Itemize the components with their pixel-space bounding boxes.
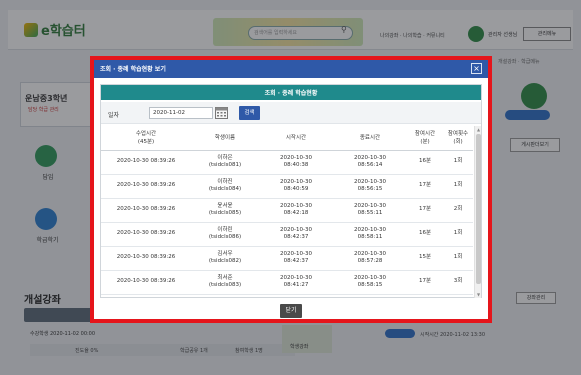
- table-cell: 17분: [407, 270, 443, 295]
- table-cell: 김서우 (tsidcls082): [191, 246, 259, 271]
- modal-titlebar: 조회 · 종례 학습현황 보기 ×: [94, 60, 488, 78]
- table-cell: 2020-10-30 08:40:38: [259, 150, 333, 175]
- table-cell: 2020-10-30 08:39:26: [101, 246, 191, 271]
- table-cell: 16분: [407, 150, 443, 175]
- date-field[interactable]: 2020-11-02: [149, 107, 213, 119]
- table-cell: 2020-10-30 08:56:15: [333, 174, 407, 199]
- table-cell: 2020-10-30 08:39:26: [101, 174, 191, 199]
- table-cell: 17분: [407, 198, 443, 223]
- table-cell: 3회: [443, 270, 473, 295]
- table-row: 2020-10-30 08:39:26 최서준 (tsidcls083) 2020-…: [101, 270, 473, 295]
- table-cell: 2020-10-30 08:39:26: [101, 198, 191, 223]
- learning-status-modal: 조회 · 종례 학습현황 보기 × 조회 · 종례 학습현황 일자 2020-1…: [90, 56, 492, 323]
- table-row: 2020-10-30 08:39:26 윤서윤 (tsidcls085) 2020-…: [101, 198, 473, 223]
- table-cell: 1회: [443, 150, 473, 175]
- table-cell: 15분: [407, 246, 443, 271]
- table-cell: 1회: [443, 246, 473, 271]
- scroll-up-icon[interactable]: ▲: [476, 127, 481, 132]
- scroll-down-icon[interactable]: ▼: [476, 292, 481, 297]
- column-header: 참여시간 (분): [407, 126, 443, 151]
- table-cell: 2020-10-30 08:39:26: [101, 222, 191, 247]
- calendar-icon[interactable]: [215, 106, 228, 119]
- table-scrollbar[interactable]: ▲ ▼: [474, 126, 481, 298]
- status-table-container[interactable]: 수업시간 (45분) 학생이름 시작시간 종료시간 참여시간 (분) 참여횟수 (회) 2…: [101, 126, 473, 298]
- table-cell: 2020-10-30 08:42:37: [259, 246, 333, 271]
- date-filter-label: 일자: [108, 112, 120, 119]
- table-cell: 2020-10-30 08:58:15: [333, 270, 407, 295]
- table-row: 2020-10-30 08:39:26 이하린 (tsidcls086) 2020-…: [101, 222, 473, 247]
- status-panel: 조회 · 종례 학습현황 일자 2020-11-02 검색 수업시간 (45분)…: [100, 84, 482, 298]
- table-cell: 2020-10-30 08:57:28: [333, 246, 407, 271]
- table-cell: 16분: [407, 222, 443, 247]
- table-cell: 1회: [443, 222, 473, 247]
- table-cell: 이하린 (tsidcls086): [191, 222, 259, 247]
- search-button[interactable]: 검색: [239, 106, 260, 120]
- table-cell: 2020-10-30 08:42:37: [259, 222, 333, 247]
- modal-title: 조회 · 종례 학습현황 보기: [100, 66, 166, 73]
- table-cell: 2020-10-30 08:42:18: [259, 198, 333, 223]
- status-table: 수업시간 (45분) 학생이름 시작시간 종료시간 참여시간 (분) 참여횟수 (회) 2…: [101, 126, 473, 295]
- table-cell: 1회: [443, 174, 473, 199]
- column-header: 학생이름: [191, 126, 259, 151]
- close-icon[interactable]: ×: [471, 63, 482, 74]
- date-filter-row: 일자 2020-11-02 검색: [101, 102, 481, 124]
- column-header: 종료시간: [333, 126, 407, 151]
- table-cell: 이하진 (tsidcls084): [191, 174, 259, 199]
- column-header: 수업시간 (45분): [101, 126, 191, 151]
- table-row: 2020-10-30 08:39:26 김서우 (tsidcls082) 2020-…: [101, 246, 473, 271]
- table-cell: 최서준 (tsidcls083): [191, 270, 259, 295]
- table-cell: 2020-10-30 08:40:59: [259, 174, 333, 199]
- table-row: 2020-10-30 08:39:26 이하진 (tsidcls084) 2020-…: [101, 174, 473, 199]
- table-cell: 윤서윤 (tsidcls085): [191, 198, 259, 223]
- table-body: 2020-10-30 08:39:26 이하은 (tsidcls081) 2020-…: [101, 150, 473, 295]
- table-cell: 이하은 (tsidcls081): [191, 150, 259, 175]
- table-cell: 2020-10-30 08:55:11: [333, 198, 407, 223]
- column-header: 시작시간: [259, 126, 333, 151]
- panel-header: 조회 · 종례 학습현황: [101, 85, 481, 100]
- column-header: 참여횟수 (회): [443, 126, 473, 151]
- table-cell: 17분: [407, 174, 443, 199]
- table-cell: 2020-10-30 08:41:27: [259, 270, 333, 295]
- panel-title: 조회 · 종례 학습현황: [264, 90, 318, 97]
- table-cell: 2020-10-30 08:58:11: [333, 222, 407, 247]
- table-cell: 2020-10-30 08:39:26: [101, 150, 191, 175]
- table-cell: 2020-10-30 08:39:26: [101, 270, 191, 295]
- table-header-row: 수업시간 (45분) 학생이름 시작시간 종료시간 참여시간 (분) 참여횟수 (회): [101, 126, 473, 151]
- table-cell: 2020-10-30 08:56:14: [333, 150, 407, 175]
- table-cell: 2회: [443, 198, 473, 223]
- close-button[interactable]: 닫기: [280, 304, 302, 318]
- scroll-thumb[interactable]: [476, 134, 481, 284]
- table-row: 2020-10-30 08:39:26 이하은 (tsidcls081) 2020-…: [101, 150, 473, 175]
